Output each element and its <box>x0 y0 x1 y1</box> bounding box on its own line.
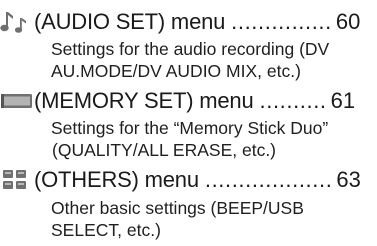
description-line: (QUALITY/ALL ERASE, etc.) <box>52 140 277 160</box>
menu-entry-line: (MEMORY SET) menu .......... 61 <box>0 84 377 118</box>
menu-title: (AUDIO SET) menu <box>34 9 226 34</box>
menu-description: Other basic settings (BEEP/USB SELECT, e… <box>51 197 371 241</box>
menu-description: Settings for the audio recording (DV AU.… <box>51 38 371 82</box>
description-line: Settings for the audio recording (DV <box>51 39 330 59</box>
dot-leader: .......... <box>259 88 327 113</box>
page-number: 61 <box>330 88 356 113</box>
menu-title: (MEMORY SET) menu <box>34 88 254 113</box>
page-number: 63 <box>336 167 361 192</box>
menu-entry-line: (AUDIO SET) menu ............... 60 <box>0 5 377 39</box>
description-line: SELECT, etc.) <box>51 220 161 240</box>
dot-leader: ................... <box>204 167 333 192</box>
description-line: AU.MODE/DV AUDIO MIX, etc.) <box>51 61 301 81</box>
others-grid-icon <box>0 166 34 194</box>
memory-stick-icon <box>0 87 34 115</box>
dot-leader: ............... <box>231 9 332 34</box>
description-line: Settings for the “Memory Stick Duo” <box>51 118 329 138</box>
menu-entry-line: (OTHERS) menu ................... 63 <box>0 163 377 197</box>
menu-title: (OTHERS) menu <box>34 167 199 192</box>
page-number: 60 <box>335 9 361 34</box>
description-line: Other basic settings (BEEP/USB <box>51 198 304 218</box>
menu-description: Settings for the “Memory Stick Duo” (QUA… <box>51 117 371 161</box>
audio-notes-icon <box>0 8 34 36</box>
